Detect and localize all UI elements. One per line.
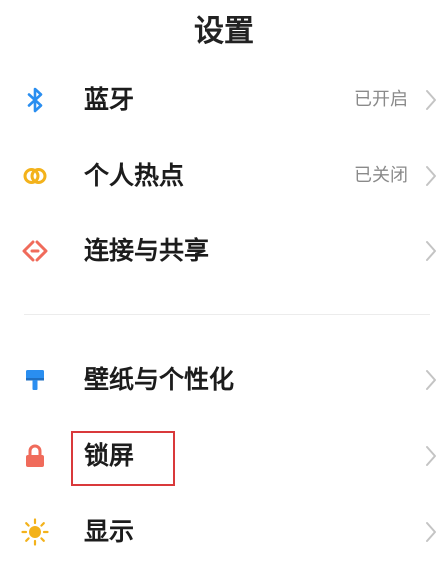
chevron-right-icon (424, 368, 438, 392)
highlight-box (71, 431, 175, 486)
hotspot-icon (20, 161, 50, 191)
bluetooth-icon (20, 85, 50, 115)
connection-share-label: 连接与共享 (84, 236, 210, 265)
hotspot-status: 已关闭 (354, 165, 408, 186)
settings-item-connection-share[interactable]: 连接与共享 (0, 221, 448, 281)
settings-item-wallpaper[interactable]: 壁纸与个性化 (0, 350, 448, 410)
chevron-right-icon (424, 239, 438, 263)
chevron-right-icon (424, 164, 438, 188)
paintbrush-icon (20, 365, 50, 395)
display-label: 显示 (84, 517, 135, 546)
sun-icon (20, 517, 50, 547)
lock-icon (20, 441, 50, 471)
connection-share-icon (20, 236, 50, 266)
settings-item-lockscreen[interactable]: 锁屏 (0, 426, 448, 486)
settings-item-display[interactable]: 显示 (0, 502, 448, 562)
hotspot-label: 个人热点 (84, 161, 185, 190)
chevron-right-icon (424, 88, 438, 112)
bluetooth-status: 已开启 (354, 89, 408, 110)
chevron-right-icon (424, 520, 438, 544)
page-title: 设置 (194, 14, 254, 49)
wallpaper-label: 壁纸与个性化 (84, 365, 235, 394)
settings-item-hotspot[interactable]: 个人热点 已关闭 (0, 146, 448, 206)
section-divider (24, 314, 430, 315)
bluetooth-label: 蓝牙 (84, 85, 135, 114)
settings-item-bluetooth[interactable]: 蓝牙 已开启 (0, 70, 448, 130)
chevron-right-icon (424, 444, 438, 468)
